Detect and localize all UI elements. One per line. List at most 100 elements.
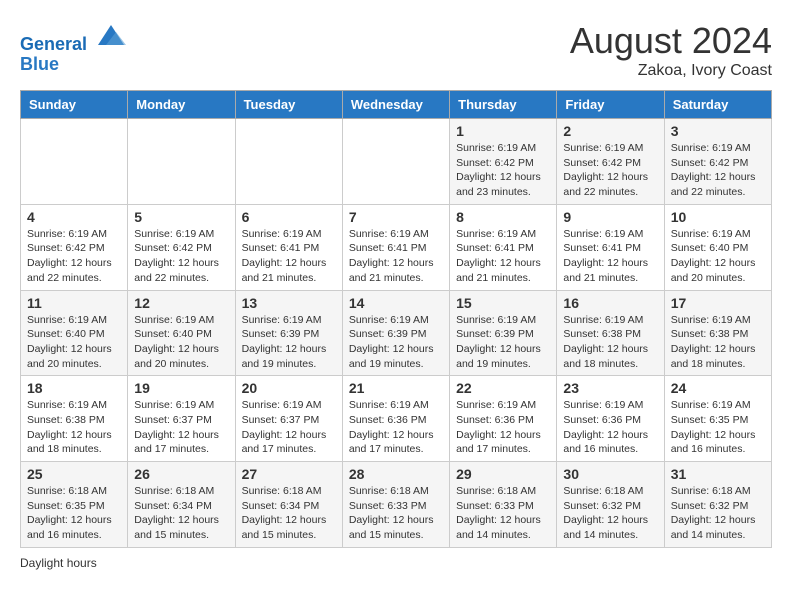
calendar-week-4: 18Sunrise: 6:19 AM Sunset: 6:38 PM Dayli… xyxy=(21,376,772,462)
calendar-cell: 4 Sunrise: 6:19 AM Sunset: 6:42 PM Daylig… xyxy=(21,204,128,290)
day-detail: Sunrise: 6:19 AM Sunset: 6:35 PM Dayligh… xyxy=(671,398,765,457)
day-number: 16 xyxy=(563,295,657,311)
day-detail: Sunrise: 6:19 AM Sunset: 6:42 PM Dayligh… xyxy=(671,141,765,200)
day-number: 1 xyxy=(456,123,550,139)
calendar-cell xyxy=(342,119,449,205)
calendar-cell: 30Sunrise: 6:18 AM Sunset: 6:32 PM Dayli… xyxy=(557,462,664,548)
day-detail: Sunrise: 6:19 AM Sunset: 6:41 PM Dayligh… xyxy=(563,227,657,286)
day-detail: Sunrise: 6:19 AM Sunset: 6:39 PM Dayligh… xyxy=(349,313,443,372)
calendar-cell: 20Sunrise: 6:19 AM Sunset: 6:37 PM Dayli… xyxy=(235,376,342,462)
calendar-week-3: 11 Sunrise: 6:19 AM Sunset: 6:40 PM Dayli… xyxy=(21,290,772,376)
day-number: 10 xyxy=(671,209,765,225)
day-number: 9 xyxy=(563,209,657,225)
calendar-cell: 8 Sunrise: 6:19 AM Sunset: 6:41 PM Daylig… xyxy=(450,204,557,290)
calendar-cell: 10 Sunrise: 6:19 AM Sunset: 6:40 PM Dayli… xyxy=(664,204,771,290)
day-detail: Sunrise: 6:18 AM Sunset: 6:34 PM Dayligh… xyxy=(242,484,336,543)
calendar-week-1: 1 Sunrise: 6:19 AM Sunset: 6:42 PM Daylig… xyxy=(21,119,772,205)
day-detail: Sunrise: 6:18 AM Sunset: 6:32 PM Dayligh… xyxy=(563,484,657,543)
calendar-cell: 31Sunrise: 6:18 AM Sunset: 6:32 PM Dayli… xyxy=(664,462,771,548)
day-header-saturday: Saturday xyxy=(664,91,771,119)
day-detail: Sunrise: 6:18 AM Sunset: 6:35 PM Dayligh… xyxy=(27,484,121,543)
calendar-cell: 12Sunrise: 6:19 AM Sunset: 6:40 PM Dayli… xyxy=(128,290,235,376)
day-number: 23 xyxy=(563,380,657,396)
calendar-week-2: 4 Sunrise: 6:19 AM Sunset: 6:42 PM Daylig… xyxy=(21,204,772,290)
month-year: August 2024 xyxy=(570,20,772,62)
calendar-cell: 26 Sunrise: 6:18 AM Sunset: 6:34 PM Dayli… xyxy=(128,462,235,548)
day-number: 21 xyxy=(349,380,443,396)
calendar-cell: 1 Sunrise: 6:19 AM Sunset: 6:42 PM Daylig… xyxy=(450,119,557,205)
logo-blue: Blue xyxy=(20,55,126,75)
day-number: 20 xyxy=(242,380,336,396)
day-number: 17 xyxy=(671,295,765,311)
day-detail: Sunrise: 6:19 AM Sunset: 6:41 PM Dayligh… xyxy=(349,227,443,286)
calendar-cell: 2 Sunrise: 6:19 AM Sunset: 6:42 PM Daylig… xyxy=(557,119,664,205)
calendar-cell: 9 Sunrise: 6:19 AM Sunset: 6:41 PM Daylig… xyxy=(557,204,664,290)
calendar-cell: 14 Sunrise: 6:19 AM Sunset: 6:39 PM Dayli… xyxy=(342,290,449,376)
day-number: 2 xyxy=(563,123,657,139)
calendar-cell: 3 Sunrise: 6:19 AM Sunset: 6:42 PM Daylig… xyxy=(664,119,771,205)
day-detail: Sunrise: 6:18 AM Sunset: 6:34 PM Dayligh… xyxy=(134,484,228,543)
day-detail: Sunrise: 6:18 AM Sunset: 6:33 PM Dayligh… xyxy=(456,484,550,543)
day-number: 29 xyxy=(456,466,550,482)
day-number: 22 xyxy=(456,380,550,396)
calendar-cell: 21Sunrise: 6:19 AM Sunset: 6:36 PM Dayli… xyxy=(342,376,449,462)
calendar-cell: 11 Sunrise: 6:19 AM Sunset: 6:40 PM Dayli… xyxy=(21,290,128,376)
day-detail: Sunrise: 6:19 AM Sunset: 6:40 PM Dayligh… xyxy=(671,227,765,286)
calendar-cell: 16Sunrise: 6:19 AM Sunset: 6:38 PM Dayli… xyxy=(557,290,664,376)
calendar-cell: 28 Sunrise: 6:18 AM Sunset: 6:33 PM Dayli… xyxy=(342,462,449,548)
day-header-monday: Monday xyxy=(128,91,235,119)
day-header-wednesday: Wednesday xyxy=(342,91,449,119)
calendar-cell xyxy=(21,119,128,205)
day-number: 26 xyxy=(134,466,228,482)
day-detail: Sunrise: 6:19 AM Sunset: 6:39 PM Dayligh… xyxy=(456,313,550,372)
day-detail: Sunrise: 6:19 AM Sunset: 6:42 PM Dayligh… xyxy=(27,227,121,286)
day-number: 14 xyxy=(349,295,443,311)
logo-text: General xyxy=(20,20,126,55)
calendar-cell: 6 Sunrise: 6:19 AM Sunset: 6:41 PM Daylig… xyxy=(235,204,342,290)
day-detail: Sunrise: 6:19 AM Sunset: 6:42 PM Dayligh… xyxy=(456,141,550,200)
day-number: 11 xyxy=(27,295,121,311)
day-number: 6 xyxy=(242,209,336,225)
calendar-cell: 13Sunrise: 6:19 AM Sunset: 6:39 PM Dayli… xyxy=(235,290,342,376)
day-detail: Sunrise: 6:19 AM Sunset: 6:40 PM Dayligh… xyxy=(134,313,228,372)
calendar-cell xyxy=(235,119,342,205)
day-number: 25 xyxy=(27,466,121,482)
calendar-table: SundayMondayTuesdayWednesdayThursdayFrid… xyxy=(20,90,772,548)
daylight-label: Daylight hours xyxy=(20,556,97,570)
footer: Daylight hours xyxy=(20,556,772,570)
page-header: General Blue August 2024 Zakoa, Ivory Co… xyxy=(20,20,772,80)
calendar-cell: 23 Sunrise: 6:19 AM Sunset: 6:36 PM Dayli… xyxy=(557,376,664,462)
day-detail: Sunrise: 6:19 AM Sunset: 6:40 PM Dayligh… xyxy=(27,313,121,372)
logo-general: General xyxy=(20,34,87,54)
day-number: 3 xyxy=(671,123,765,139)
calendar-cell: 17Sunrise: 6:19 AM Sunset: 6:38 PM Dayli… xyxy=(664,290,771,376)
calendar-cell: 29 Sunrise: 6:18 AM Sunset: 6:33 PM Dayli… xyxy=(450,462,557,548)
day-number: 8 xyxy=(456,209,550,225)
calendar-cell: 5Sunrise: 6:19 AM Sunset: 6:42 PM Daylig… xyxy=(128,204,235,290)
day-detail: Sunrise: 6:19 AM Sunset: 6:42 PM Dayligh… xyxy=(563,141,657,200)
calendar-cell: 25 Sunrise: 6:18 AM Sunset: 6:35 PM Dayli… xyxy=(21,462,128,548)
day-detail: Sunrise: 6:19 AM Sunset: 6:41 PM Dayligh… xyxy=(456,227,550,286)
day-detail: Sunrise: 6:19 AM Sunset: 6:41 PM Dayligh… xyxy=(242,227,336,286)
day-header-friday: Friday xyxy=(557,91,664,119)
day-detail: Sunrise: 6:18 AM Sunset: 6:33 PM Dayligh… xyxy=(349,484,443,543)
day-detail: Sunrise: 6:19 AM Sunset: 6:36 PM Dayligh… xyxy=(563,398,657,457)
day-number: 13 xyxy=(242,295,336,311)
calendar-cell: 27 Sunrise: 6:18 AM Sunset: 6:34 PM Dayli… xyxy=(235,462,342,548)
day-number: 4 xyxy=(27,209,121,225)
day-number: 7 xyxy=(349,209,443,225)
day-detail: Sunrise: 6:18 AM Sunset: 6:32 PM Dayligh… xyxy=(671,484,765,543)
calendar-cell: 7 Sunrise: 6:19 AM Sunset: 6:41 PM Daylig… xyxy=(342,204,449,290)
day-number: 28 xyxy=(349,466,443,482)
day-header-thursday: Thursday xyxy=(450,91,557,119)
title-block: August 2024 Zakoa, Ivory Coast xyxy=(570,20,772,80)
day-detail: Sunrise: 6:19 AM Sunset: 6:37 PM Dayligh… xyxy=(134,398,228,457)
day-number: 19 xyxy=(134,380,228,396)
day-detail: Sunrise: 6:19 AM Sunset: 6:42 PM Dayligh… xyxy=(134,227,228,286)
logo-icon xyxy=(96,20,126,50)
day-number: 27 xyxy=(242,466,336,482)
calendar-cell: 19 Sunrise: 6:19 AM Sunset: 6:37 PM Dayli… xyxy=(128,376,235,462)
calendar-cell: 22Sunrise: 6:19 AM Sunset: 6:36 PM Dayli… xyxy=(450,376,557,462)
day-header-tuesday: Tuesday xyxy=(235,91,342,119)
day-detail: Sunrise: 6:19 AM Sunset: 6:38 PM Dayligh… xyxy=(27,398,121,457)
